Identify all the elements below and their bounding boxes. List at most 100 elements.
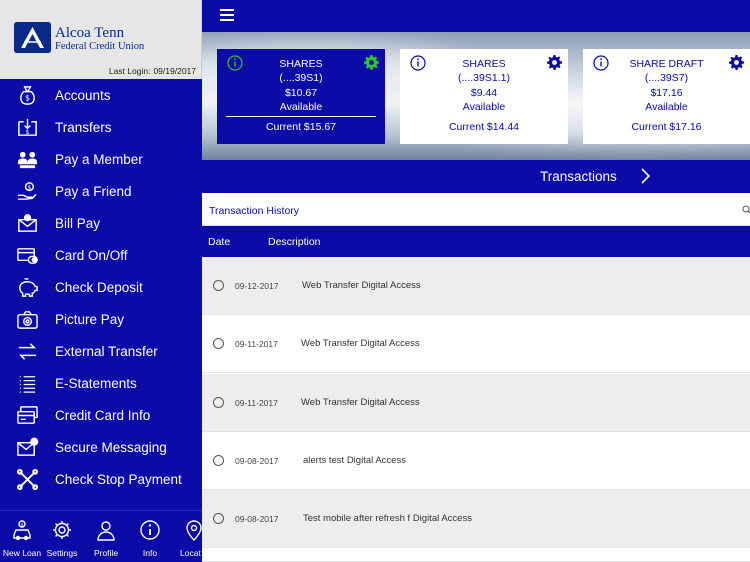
secure-message-icon <box>15 435 39 459</box>
sidebar-item-label: Transfers <box>55 119 112 135</box>
sidebar-item-external-transfer[interactable]: External Transfer <box>0 335 202 367</box>
sidebar-item-label: Picture Pay <box>55 311 125 327</box>
brand-header: Alcoa Tenn Federal Credit Union Last Log… <box>0 0 202 79</box>
available-label: Available <box>645 101 688 113</box>
search-icon[interactable] <box>742 205 750 215</box>
sidebar-item-label: Accounts <box>55 87 111 103</box>
table-row[interactable]: 09-12-2017 Web Transfer Digital Access <box>202 257 750 315</box>
external-arrows-icon <box>15 339 39 363</box>
account-type: SHARES <box>279 58 323 70</box>
sidebar-item-credit-card-info[interactable]: Credit Card Info <box>0 399 202 431</box>
bottom-nav-label: Settings <box>46 548 78 558</box>
svg-text:$: $ <box>27 185 31 191</box>
account-number: (....39S7) <box>644 72 689 84</box>
transactions-label: Transactions <box>540 169 617 184</box>
sidebar-item-bill-pay[interactable]: Bill Pay <box>0 207 202 239</box>
last-login-label: Last Login: <box>108 66 151 76</box>
transaction-date: 09-12-2017 <box>235 281 279 291</box>
accounts-carousel: SHARES (....39S1) $10.67 Available Curre… <box>202 32 750 160</box>
account-number: (....39S1.1) <box>458 72 510 84</box>
account-type: SHARES <box>462 58 506 70</box>
sidebar-item-label: E-Statements <box>55 375 137 391</box>
transactions-button[interactable]: Transactions <box>202 160 750 193</box>
account-card[interactable]: SHARES (....39S1) $10.67 Available Curre… <box>217 49 385 144</box>
table-row[interactable]: 09-11-2017 Web Transfer Digital Access <box>202 374 750 432</box>
bottom-nav-profile[interactable]: Profile <box>84 511 128 562</box>
transaction-date: 09-08-2017 <box>235 514 279 524</box>
bottom-nav-label: Info <box>142 548 158 558</box>
table-row[interactable]: 09-11-2017 Web Transfer Digital Access <box>202 315 750 373</box>
transaction-date: 09-08-2017 <box>235 456 279 466</box>
top-bar <box>202 0 750 32</box>
sidebar-item-card-onoff[interactable]: Card On/Off <box>0 239 202 271</box>
sidebar-item-picture-pay[interactable]: Picture Pay <box>0 303 202 335</box>
camera-icon <box>15 307 39 331</box>
car-loan-icon: $ <box>11 519 33 541</box>
available-label: Available <box>462 101 506 113</box>
bottom-nav: $ New Loan Settings Profile Info Locat <box>0 510 202 562</box>
transaction-description: Web Transfer Digital Access <box>301 397 420 408</box>
current-balance: Current $17.16 <box>631 121 702 133</box>
pay-friend-icon: $ <box>15 179 39 203</box>
last-login: Last Login: 09/19/2017 <box>106 66 196 76</box>
account-balance: $10.67 <box>284 87 318 99</box>
sidebar-item-secure-messaging[interactable]: Secure Messaging <box>0 431 202 463</box>
row-select-radio[interactable] <box>213 338 224 349</box>
bottom-nav-label: Locat <box>180 548 201 558</box>
chevron-right-icon <box>641 168 650 184</box>
main-content: SHARES (....39S1) $10.67 Available Curre… <box>202 0 750 562</box>
piggy-bank-icon <box>15 275 39 299</box>
bottom-nav-new-loan[interactable]: $ New Loan <box>0 511 44 562</box>
row-select-radio[interactable] <box>213 455 224 466</box>
column-header-date[interactable]: Date <box>208 236 230 248</box>
stop-x-icon <box>15 467 39 491</box>
sidebar-item-label: Credit Card Info <box>55 407 151 423</box>
money-bag-icon: $ <box>15 83 39 107</box>
brand-name: Alcoa Tenn <box>55 25 125 41</box>
bottom-nav-location[interactable]: Locat <box>170 511 202 562</box>
account-number: (....39S1) <box>279 72 323 84</box>
transaction-description: Web Transfer Digital Access <box>302 280 421 291</box>
current-balance: Current $15.67 <box>265 121 337 133</box>
sidebar-item-label: Secure Messaging <box>55 439 167 455</box>
bottom-nav-settings[interactable]: Settings <box>40 511 84 562</box>
bottom-nav-label: New Loan <box>2 548 42 558</box>
account-card[interactable]: SHARE DRAFT (....39S7) $17.16 Available … <box>583 49 750 144</box>
row-select-radio[interactable] <box>213 280 224 291</box>
column-header-description[interactable]: Description <box>268 236 321 248</box>
table-row[interactable]: 09-08-2017 alerts test Digital Access <box>202 432 750 490</box>
transaction-history-title: Transaction History <box>209 205 300 217</box>
sidebar-item-pay-friend[interactable]: $ Pay a Friend <box>0 175 202 207</box>
sidebar-item-check-stop-payment[interactable]: Check Stop Payment <box>0 463 202 495</box>
bill-envelope-icon <box>15 211 39 235</box>
sidebar-item-label: External Transfer <box>55 343 158 359</box>
credit-union-logo <box>14 22 51 53</box>
row-select-radio[interactable] <box>213 397 224 408</box>
sidebar-item-check-deposit[interactable]: Check Deposit <box>0 271 202 303</box>
menu-icon[interactable] <box>220 9 234 21</box>
table-row <box>202 548 750 562</box>
transaction-date: 09-11-2017 <box>235 339 278 349</box>
transaction-date: 09-11-2017 <box>235 398 278 408</box>
bottom-nav-label: Profile <box>93 548 119 558</box>
location-pin-icon <box>183 519 202 541</box>
sidebar-item-e-statements[interactable]: E-Statements <box>0 367 202 399</box>
table-row[interactable]: 09-08-2017 Test mobile after refresh f D… <box>202 490 750 548</box>
sidebar-item-pay-member[interactable]: Pay a Member <box>0 143 202 175</box>
svg-text:$: $ <box>25 93 30 102</box>
bottom-nav-info[interactable]: Info <box>128 511 172 562</box>
last-login-date: 09/19/2017 <box>153 66 196 76</box>
person-icon <box>95 519 117 541</box>
transfer-doc-icon: $ <box>15 115 39 139</box>
account-balance: $9.44 <box>470 87 498 99</box>
account-card[interactable]: SHARES (....39S1.1) $9.44 Available Curr… <box>400 49 568 144</box>
svg-text:$: $ <box>21 522 24 528</box>
account-type: SHARE DRAFT <box>629 58 704 70</box>
card-toggle-icon <box>15 243 39 267</box>
sidebar-item-transfers[interactable]: $ Transfers <box>0 111 202 143</box>
transaction-history-header: Transaction History <box>202 193 750 226</box>
transaction-description: alerts test Digital Access <box>303 455 406 466</box>
row-select-radio[interactable] <box>213 513 224 524</box>
sidebar-item-accounts[interactable]: $ Accounts <box>0 79 202 111</box>
card-divider <box>226 116 376 117</box>
